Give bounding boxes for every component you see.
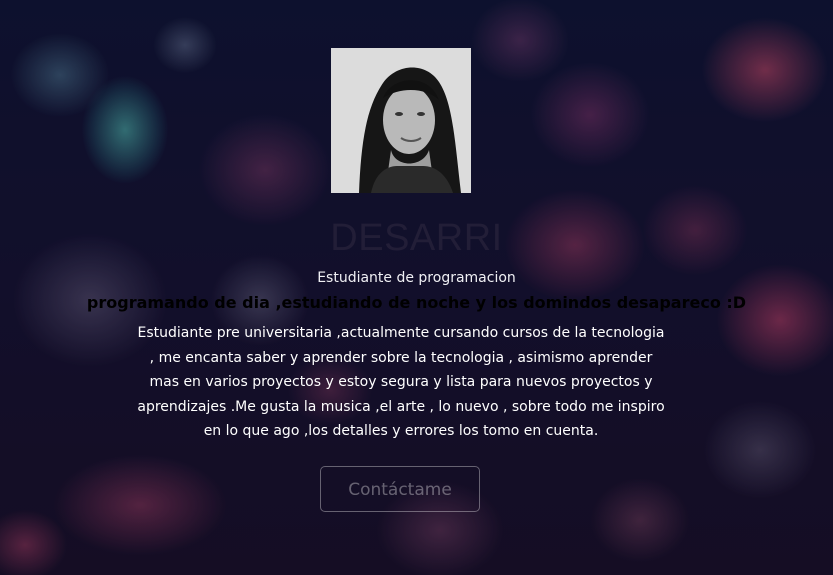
profile-role: Estudiante de programacion xyxy=(317,270,516,286)
contact-button[interactable]: Contáctame xyxy=(320,466,480,512)
hero-section: DESARRI Estudiante de programacion progr… xyxy=(0,0,833,575)
profile-tagline: programando de dia ,estudiando de noche … xyxy=(86,293,747,312)
profile-photo xyxy=(331,48,471,193)
profile-bio: Estudiante pre universitaria ,actualment… xyxy=(137,325,665,439)
profile-name: DESARRI xyxy=(330,217,503,259)
